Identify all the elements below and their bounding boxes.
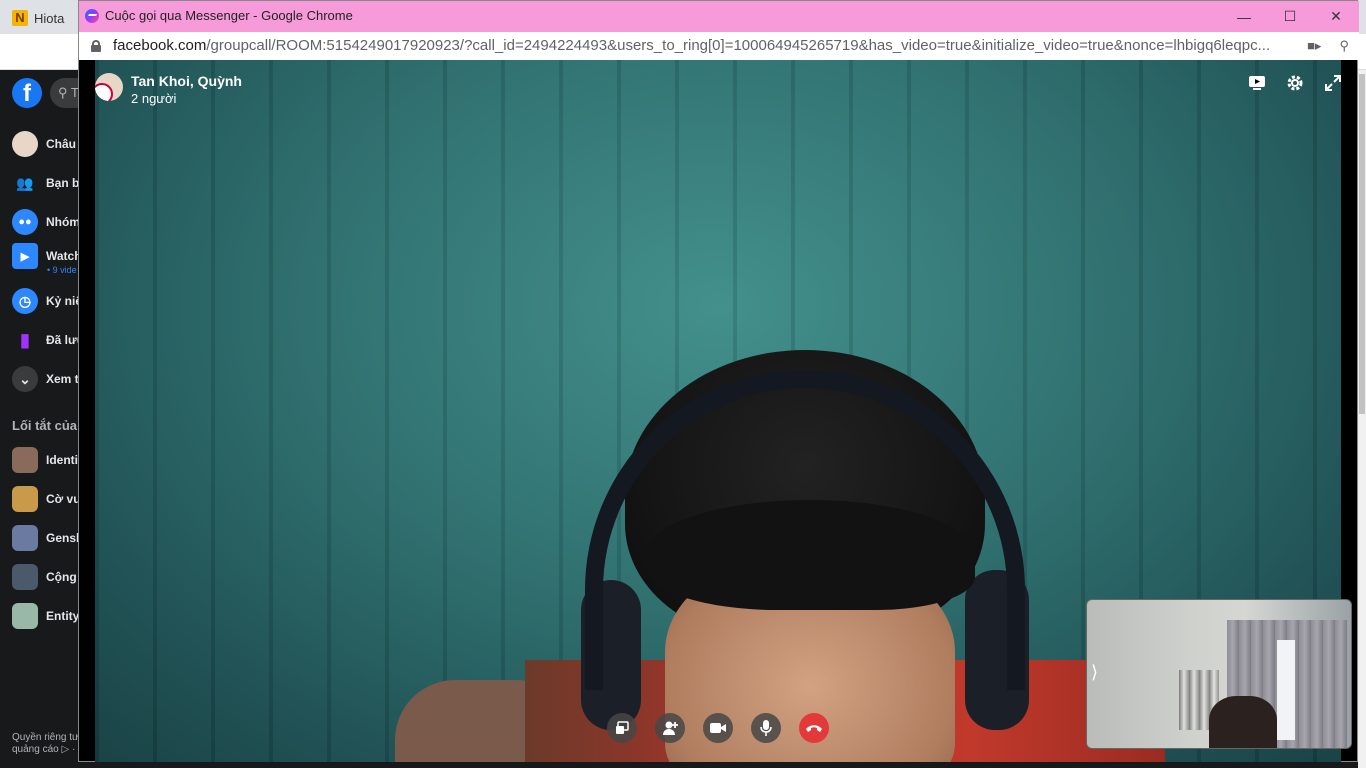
groups-icon: ●●: [12, 209, 38, 235]
call-header: Tan Khoi, Quỳnh 2 người: [95, 73, 242, 106]
sidebar-item-see-more[interactable]: ⌄ Xem t: [12, 365, 79, 393]
video-person: [581, 350, 1029, 762]
shortcut-thumbnail: [12, 525, 38, 551]
add-person-button[interactable]: [655, 713, 685, 743]
shortcut-thumbnail: [12, 603, 38, 629]
watch-icon: ▶: [12, 243, 38, 269]
memories-icon: ◷: [12, 288, 38, 314]
sidebar-item-label: Kỷ niệ: [46, 294, 83, 308]
gear-icon[interactable]: [1285, 73, 1305, 93]
shortcut-item[interactable]: Gensh: [12, 524, 83, 552]
self-video-preview[interactable]: ⟩: [1086, 599, 1352, 749]
sidebar-item-label: Châu: [46, 137, 76, 151]
camera-in-use-icon[interactable]: ■▸: [1307, 38, 1321, 54]
shortcuts-heading: Lối tắt của: [12, 418, 78, 433]
shortcut-thumbnail: [12, 564, 38, 590]
sidebar-item-label: Bạn b: [46, 176, 80, 190]
shortcut-thumbnail: [12, 486, 38, 512]
messenger-call-window: Cuộc gọi qua Messenger - Google Chrome —…: [78, 0, 1359, 762]
shortcut-label: Cờ vu: [46, 492, 81, 506]
call-controls: [607, 713, 829, 743]
shortcut-item[interactable]: Entity: [12, 602, 79, 630]
call-toolbar: [1247, 73, 1343, 93]
microphone-button[interactable]: [751, 713, 781, 743]
url-text[interactable]: facebook.com/groupcall/ROOM:515424901792…: [113, 37, 1293, 54]
shortcut-label: Cộng: [46, 570, 77, 584]
popup-address-bar[interactable]: facebook.com/groupcall/ROOM:515424901792…: [79, 32, 1359, 60]
scrollbar-thumb[interactable]: [1359, 74, 1365, 414]
sidebar-item-saved[interactable]: ▮ Đã lưu: [12, 326, 84, 354]
shortcut-item[interactable]: Cộng: [12, 563, 77, 591]
facebook-left-sidebar: f ⚲ T Châu 👥 Bạn b ●● Nhóm ▶ Watch • 9 v…: [0, 70, 90, 768]
video-camera-button[interactable]: [703, 713, 733, 743]
participant-count: 2 người: [131, 91, 177, 106]
sidebar-item-profile[interactable]: Châu: [12, 130, 76, 158]
shortcut-item[interactable]: Cờ vu: [12, 485, 81, 513]
sidebar-item-memories[interactable]: ◷ Kỷ niệ: [12, 287, 82, 315]
sidebar-item-friends[interactable]: 👥 Bạn b: [12, 169, 79, 197]
messenger-icon: [85, 8, 99, 23]
friends-icon: 👥: [16, 174, 34, 191]
window-title: Cuộc gọi qua Messenger - Google Chrome: [105, 8, 353, 23]
background-tab[interactable]: N Hiota: [12, 6, 64, 30]
close-button[interactable]: ✕: [1313, 1, 1359, 32]
end-call-button[interactable]: [799, 713, 829, 743]
lock-icon[interactable]: [91, 40, 101, 52]
sidebar-item-groups[interactable]: ●● Nhóm: [12, 208, 80, 236]
shortcut-item[interactable]: Identi: [12, 446, 78, 474]
share-screen-button[interactable]: [607, 713, 637, 743]
n-logo-icon: N: [12, 10, 28, 26]
sidebar-item-label: Watch: [46, 249, 82, 263]
facebook-logo-icon[interactable]: f: [12, 78, 42, 108]
collapse-preview-icon[interactable]: ⟩: [1091, 662, 1098, 683]
group-avatar: [95, 73, 123, 101]
saved-icon: ▮: [20, 329, 30, 350]
popup-title-bar[interactable]: Cuộc gọi qua Messenger - Google Chrome —…: [79, 1, 1359, 32]
maximize-button[interactable]: ☐: [1267, 1, 1313, 32]
background-tab-title: Hiota: [34, 10, 65, 26]
sidebar-item-label: Nhóm: [46, 215, 80, 229]
minimize-button[interactable]: —: [1221, 1, 1267, 32]
zoom-icon[interactable]: ⚲: [1339, 38, 1349, 54]
watch-video-count: • 9 vide: [47, 265, 77, 275]
shortcut-label: Identi: [46, 453, 78, 467]
watch-together-icon[interactable]: [1247, 73, 1267, 93]
call-participants: Tan Khoi, Quỳnh: [131, 73, 242, 89]
chevron-down-icon: ⌄: [12, 366, 38, 392]
shortcut-label: Entity: [46, 609, 80, 623]
fullscreen-icon[interactable]: [1323, 73, 1343, 93]
shortcut-thumbnail: [12, 447, 38, 473]
avatar: [12, 131, 38, 157]
facebook-footer-links[interactable]: Quyền riêng tư quảng cáo ▷ ·: [12, 732, 79, 756]
sidebar-item-label: Xem t: [46, 372, 79, 386]
